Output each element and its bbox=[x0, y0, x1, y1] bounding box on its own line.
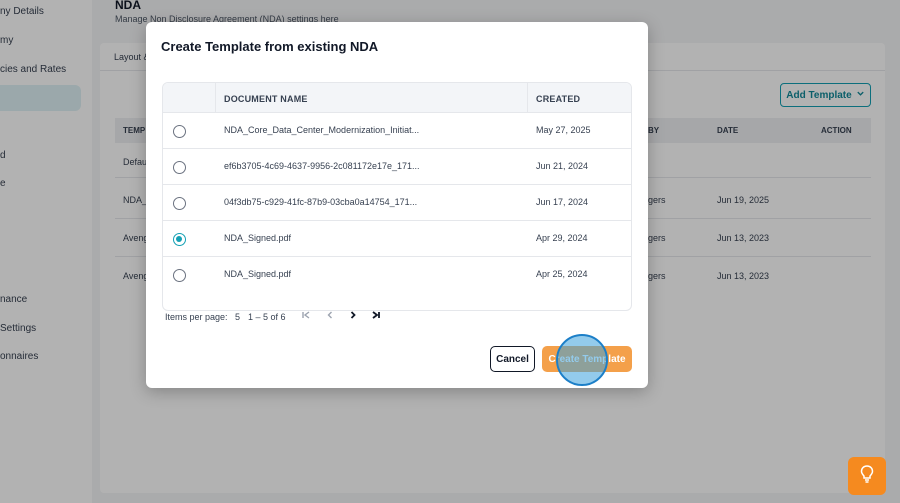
last-page-icon[interactable] bbox=[371, 310, 381, 323]
table-row[interactable]: NDA_Core_Data_Center_Modernization_Initi… bbox=[163, 113, 631, 149]
next-page-icon[interactable] bbox=[348, 310, 358, 323]
column-divider bbox=[215, 83, 216, 113]
created-date: Jun 21, 2024 bbox=[536, 161, 589, 171]
document-name: ef6b3705-4c69-4637-9956-2c081172e17e_171… bbox=[224, 161, 420, 171]
nda-documents-table: DOCUMENT NAME CREATED NDA_Core_Data_Cent… bbox=[162, 82, 632, 311]
row-radio[interactable] bbox=[173, 161, 186, 174]
row-radio[interactable] bbox=[173, 125, 186, 138]
document-name: NDA_Signed.pdf bbox=[224, 269, 292, 279]
row-radio[interactable] bbox=[173, 197, 186, 210]
table-row[interactable]: NDA_Signed.pdf Apr 29, 2024 bbox=[163, 221, 631, 257]
row-radio-selected[interactable] bbox=[173, 233, 186, 246]
table-header: DOCUMENT NAME CREATED bbox=[163, 83, 631, 113]
table-row[interactable]: 04f3db75-c929-41fc-87b9-03cba0a14754_171… bbox=[163, 185, 631, 221]
click-indicator bbox=[556, 334, 608, 386]
created-date: May 27, 2025 bbox=[536, 125, 591, 135]
dialog-title: Create Template from existing NDA bbox=[161, 39, 379, 54]
items-per-page-label: Items per page: bbox=[165, 312, 228, 322]
created-date: Apr 25, 2024 bbox=[536, 269, 588, 279]
help-button[interactable] bbox=[848, 457, 886, 495]
document-name: NDA_Core_Data_Center_Modernization_Initi… bbox=[224, 125, 420, 135]
col-document-name: DOCUMENT NAME bbox=[224, 94, 308, 104]
table-row[interactable]: ef6b3705-4c69-4637-9956-2c081172e17e_171… bbox=[163, 149, 631, 185]
create-template-dialog: Create Template from existing NDA DOCUME… bbox=[146, 22, 648, 388]
document-name: 04f3db75-c929-41fc-87b9-03cba0a14754_171… bbox=[224, 197, 418, 207]
created-date: Apr 29, 2024 bbox=[536, 233, 588, 243]
document-name: NDA_Signed.pdf bbox=[224, 233, 292, 243]
col-created: CREATED bbox=[536, 94, 581, 104]
cancel-button[interactable]: Cancel bbox=[490, 346, 535, 372]
column-divider bbox=[527, 83, 528, 113]
prev-page-icon[interactable] bbox=[325, 310, 335, 323]
created-date: Jun 17, 2024 bbox=[536, 197, 589, 207]
lightbulb-icon bbox=[860, 464, 874, 488]
row-radio[interactable] bbox=[173, 269, 186, 282]
first-page-icon[interactable] bbox=[301, 310, 311, 323]
items-per-page-select[interactable]: 5 bbox=[235, 312, 240, 322]
pagination-range: 1 – 5 of 6 bbox=[248, 312, 286, 322]
table-row[interactable]: NDA_Signed.pdf Apr 25, 2024 bbox=[163, 257, 631, 293]
